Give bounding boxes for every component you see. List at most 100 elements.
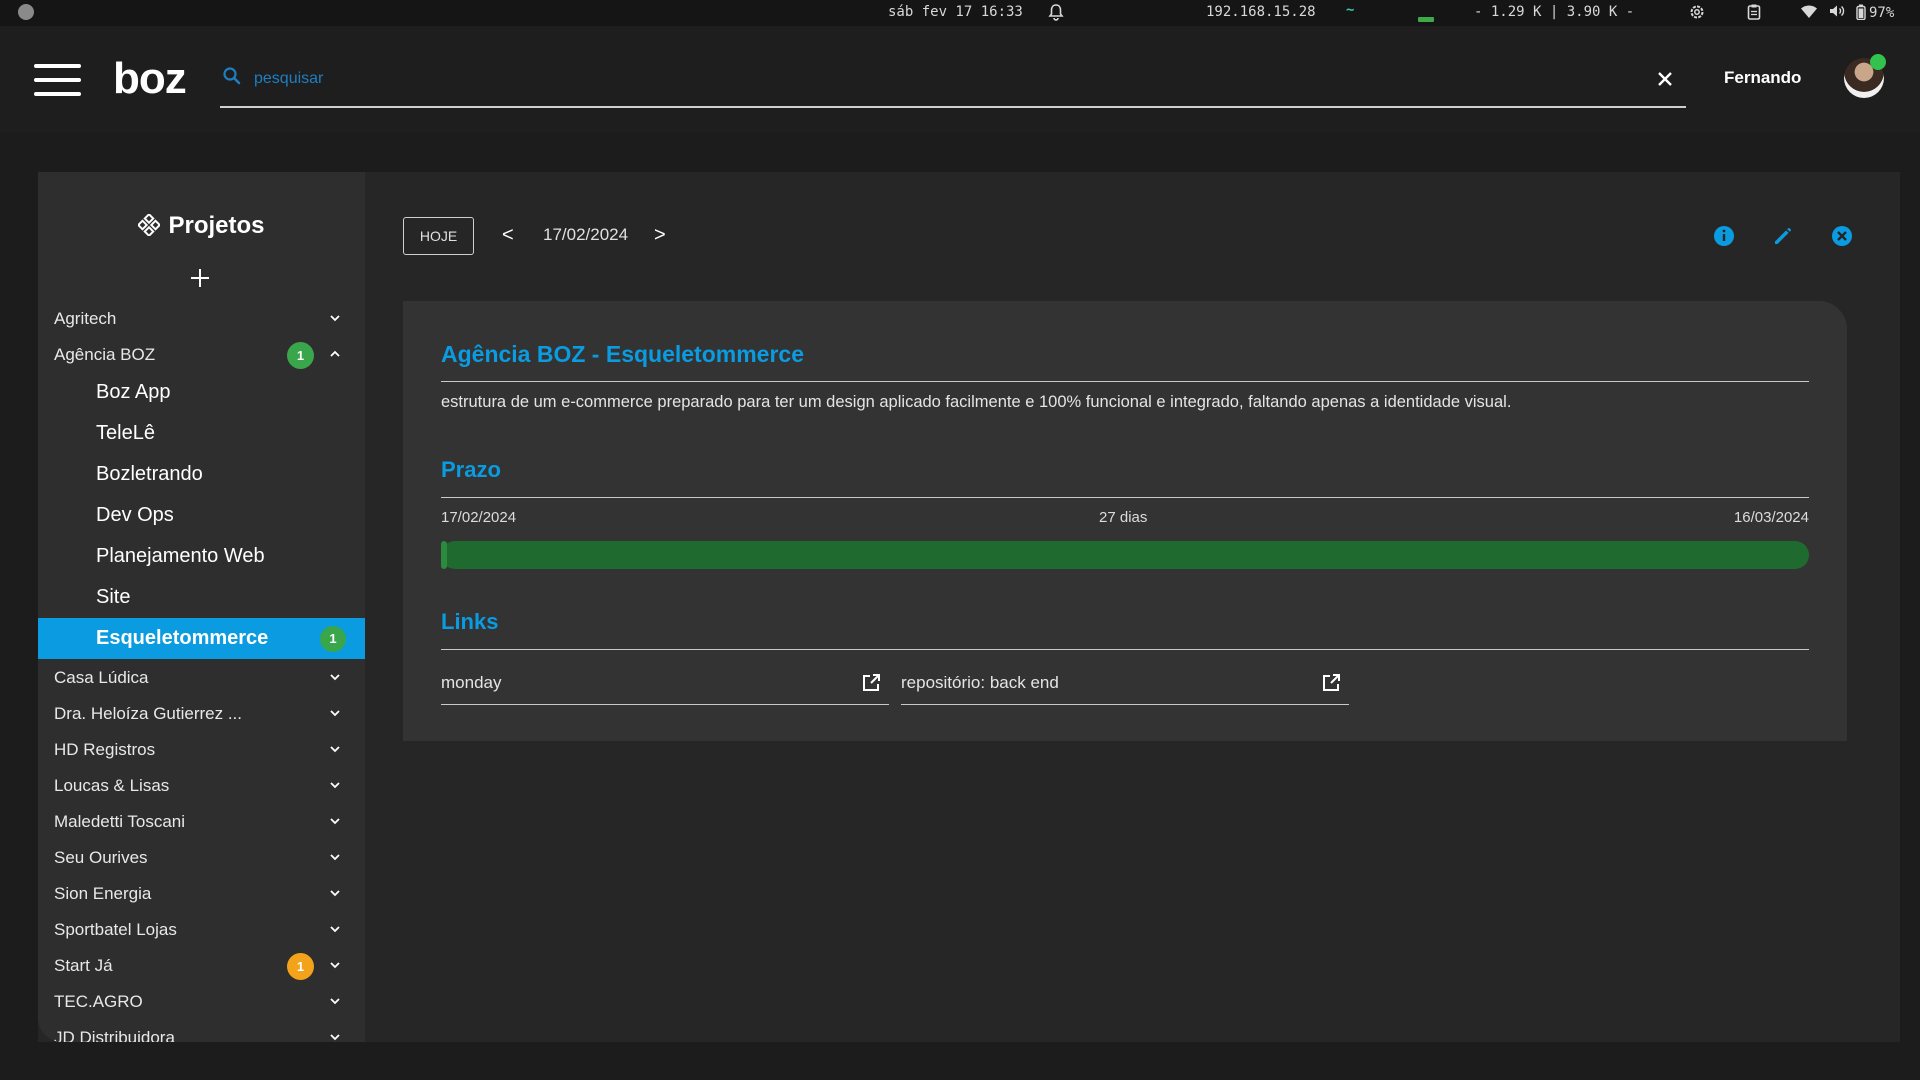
sidebar-subitem-telele[interactable]: TeleLê <box>38 413 365 454</box>
cpu-indicator <box>1418 17 1434 22</box>
sidebar-subitem-site[interactable]: Site <box>38 577 365 618</box>
open-external-icon[interactable] <box>1321 673 1341 693</box>
chevron-down-icon[interactable] <box>329 995 341 1007</box>
deadline-progress-fill <box>441 541 447 569</box>
link-monday[interactable]: monday <box>441 663 889 705</box>
sidebar-item-label: Maledetti Toscani <box>54 812 186 831</box>
chevron-down-icon[interactable] <box>329 959 341 971</box>
chevron-down-icon[interactable] <box>329 1031 341 1042</box>
sidebar-item-hd-registros[interactable]: HD Registros <box>38 731 365 767</box>
search-icon <box>223 67 241 85</box>
clear-search-icon[interactable] <box>1654 68 1676 90</box>
link-label: repositório: back end <box>901 673 1059 692</box>
sidebar-item-label: Casa Lúdica <box>54 668 149 687</box>
search-input[interactable] <box>254 64 1614 94</box>
ip-address: 192.168.15.28 <box>1206 4 1316 20</box>
clipboard-icon[interactable] <box>1746 3 1762 25</box>
next-date-button[interactable]: > <box>654 224 666 247</box>
sidebar-item-label: JD Distribuidora <box>54 1028 175 1042</box>
settings-gear-icon[interactable] <box>1688 3 1706 25</box>
sidebar-subitem-label: Site <box>96 586 131 608</box>
sidebar-subitem-dev-ops[interactable]: Dev Ops <box>38 495 365 536</box>
sidebar-item-loucas-lisas[interactable]: Loucas & Lisas <box>38 767 365 803</box>
sidebar-subitem-label: Esqueletommerce <box>96 627 269 649</box>
sidebar-item-maledetti-toscani[interactable]: Maledetti Toscani <box>38 803 365 839</box>
project-list: Agritech Agência BOZ 1 Boz App TeleLê Bo… <box>38 300 365 1042</box>
app-logo[interactable]: boz <box>113 54 187 104</box>
sidebar-item-label: Sportbatel Lojas <box>54 920 177 939</box>
link-label: monday <box>441 673 502 692</box>
sidebar-item-sportbatel-lojas[interactable]: Sportbatel Lojas <box>38 911 365 947</box>
battery-icon <box>1856 4 1866 21</box>
sidebar-item-jd-distribuidora[interactable]: JD Distribuidora <box>38 1019 365 1042</box>
sidebar-item-agritech[interactable]: Agritech <box>38 300 365 336</box>
menu-hamburger-icon[interactable] <box>34 64 81 96</box>
sidebar-subitem-label: Planejamento Web <box>96 545 265 567</box>
projects-icon <box>138 214 161 236</box>
sidebar-item-label: Loucas & Lisas <box>54 776 170 795</box>
today-button[interactable]: HOJE <box>403 217 474 255</box>
network-speed: - 1.29 K | 3.90 K - <box>1474 4 1635 20</box>
wifi-icon[interactable] <box>1800 3 1818 23</box>
close-circle-icon[interactable] <box>1830 224 1854 248</box>
sidebar-item-label: TEC.AGRO <box>54 992 143 1011</box>
notification-bell-icon[interactable] <box>1048 3 1064 25</box>
divider <box>441 497 1809 498</box>
chevron-down-icon[interactable] <box>329 743 341 755</box>
deadline-end-date: 16/03/2024 <box>1733 509 1809 526</box>
sidebar-subitem-esqueletommerce[interactable]: Esqueletommerce 1 <box>38 618 365 659</box>
volume-icon[interactable] <box>1828 3 1846 23</box>
sidebar-subitem-bozletrando[interactable]: Bozletrando <box>38 454 365 495</box>
project-card: Agência BOZ - Esqueletommerce estrutura … <box>403 301 1847 741</box>
sidebar-item-start-ja[interactable]: Start Já 1 <box>38 947 365 983</box>
sidebar-item-tec-agro[interactable]: TEC.AGRO <box>38 983 365 1019</box>
project-description: estrutura de um e-commerce preparado par… <box>441 393 1512 411</box>
divider <box>441 381 1809 382</box>
sidebar-item-casa-ludica[interactable]: Casa Lúdica <box>38 659 365 695</box>
chevron-down-icon[interactable] <box>329 779 341 791</box>
sidebar-item-label: Dra. Heloíza Gutierrez ... <box>54 704 243 723</box>
previous-date-button[interactable]: < <box>502 224 514 247</box>
sidebar-subitem-planejamento-web[interactable]: Planejamento Web <box>38 536 365 577</box>
deadline-start-date: 17/02/2024 <box>441 509 517 526</box>
chevron-up-icon[interactable] <box>329 348 341 360</box>
sidebar-item-agencia-boz[interactable]: Agência BOZ 1 <box>38 336 365 372</box>
add-project-button[interactable] <box>188 266 212 290</box>
link-repositorio-back-end[interactable]: repositório: back end <box>901 663 1349 705</box>
sidebar-item-seu-ourives[interactable]: Seu Ourives <box>38 839 365 875</box>
sidebar-subitem-label: Bozletrando <box>96 463 203 485</box>
deadline-progress-bar <box>441 541 1809 569</box>
sidebar-subitem-label: TeleLê <box>96 422 155 444</box>
links-section-title: Links <box>441 609 499 634</box>
notification-badge: 1 <box>287 953 314 980</box>
search-bar <box>220 62 1686 108</box>
chevron-down-icon[interactable] <box>329 671 341 683</box>
chevron-down-icon[interactable] <box>329 887 341 899</box>
system-menu-icon[interactable] <box>18 4 34 20</box>
sidebar-item-label: Sion Energia <box>54 884 152 903</box>
battery-indicator[interactable]: 97% <box>1856 4 1894 21</box>
chevron-down-icon[interactable] <box>329 312 341 324</box>
chevron-down-icon[interactable] <box>329 923 341 935</box>
deadline-duration: 27 dias <box>1099 509 1148 526</box>
sidebar-item-dra-heloiza[interactable]: Dra. Heloíza Gutierrez ... <box>38 695 365 731</box>
deadline-section-title: Prazo <box>441 457 501 482</box>
notification-badge: 1 <box>320 626 346 652</box>
sidebar-subitem-boz-app[interactable]: Boz App <box>38 372 365 413</box>
chevron-down-icon[interactable] <box>329 707 341 719</box>
chevron-down-icon[interactable] <box>329 815 341 827</box>
open-external-icon[interactable] <box>861 673 881 693</box>
user-name[interactable]: Fernando <box>1724 68 1801 88</box>
system-clock[interactable]: sáb fev 17 16:33 <box>888 4 1023 20</box>
current-date: 17/02/2024 <box>543 225 629 244</box>
sidebar-item-label: Seu Ourives <box>54 848 148 867</box>
sidebar-subitem-label: Boz App <box>96 381 171 403</box>
sidebar-item-sion-energia[interactable]: Sion Energia <box>38 875 365 911</box>
project-title: Agência BOZ - Esqueletommerce <box>441 341 804 367</box>
info-icon[interactable] <box>1712 224 1736 248</box>
divider <box>441 649 1809 650</box>
chevron-down-icon[interactable] <box>329 851 341 863</box>
projects-sidebar: Projetos Agritech Agência BOZ 1 Boz App … <box>38 172 365 1042</box>
edit-icon[interactable] <box>1771 224 1795 248</box>
sidebar-title: Projetos <box>38 212 365 240</box>
